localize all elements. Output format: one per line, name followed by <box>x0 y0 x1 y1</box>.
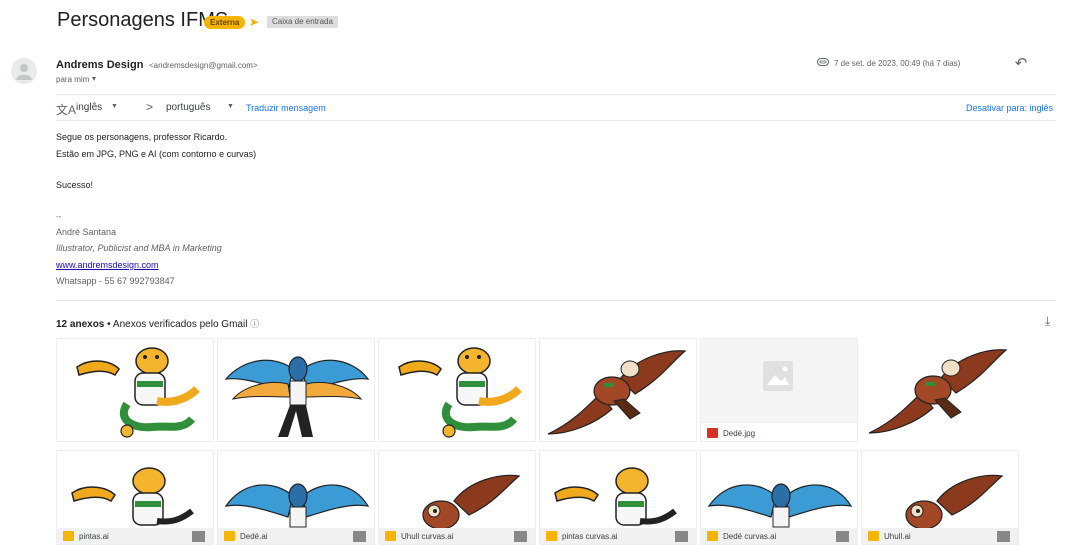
info-icon[interactable]: ⓘ <box>250 319 259 329</box>
attachment-action-button[interactable] <box>192 531 205 542</box>
label-inbox-badge[interactable]: Caixa de entrada <box>267 16 338 28</box>
ai-file-icon <box>707 531 718 541</box>
attachment-thumbnail[interactable]: pintas.ai <box>56 450 214 545</box>
ai-file-icon <box>546 531 557 541</box>
attachment-icon <box>817 58 829 68</box>
body-line: Sucesso! <box>56 180 94 190</box>
translate-from-select[interactable]: inglês <box>76 102 102 113</box>
reply-icon[interactable]: ↶ <box>1011 55 1031 73</box>
bird-illustration <box>422 474 521 530</box>
attachment-footer: pintas.ai <box>57 528 213 544</box>
attachment-name: Uhull.ai <box>884 532 911 541</box>
macaw-illustration <box>224 356 370 437</box>
label-external-badge[interactable]: Externa <box>204 16 246 29</box>
disable-translation-link[interactable]: Desativar para: inglês <box>966 103 1053 113</box>
jaguar-illustration <box>71 467 194 526</box>
jaguar-illustration <box>398 347 522 438</box>
ai-file-icon <box>63 531 74 541</box>
attachment-name: Uhull curvas.ai <box>401 532 454 541</box>
attachment-thumbnail[interactable]: Uhull.ai <box>861 450 1019 545</box>
attachment-thumbnail[interactable]: Dedé.jpg <box>700 338 858 442</box>
attachment-thumbnail[interactable] <box>56 338 214 442</box>
attachment-action-button[interactable] <box>675 531 688 542</box>
jaguar-illustration <box>76 347 200 438</box>
recipient-label: para mim <box>56 75 90 84</box>
attachment-action-button[interactable] <box>997 531 1010 542</box>
divider <box>56 120 1056 121</box>
chevron-down-icon[interactable]: ▼ <box>227 103 234 110</box>
macaw-illustration <box>224 483 370 528</box>
attachment-action-button[interactable] <box>514 531 527 542</box>
signature-name: André Santana <box>56 227 117 237</box>
importance-marker-icon[interactable]: ➤ <box>249 15 259 29</box>
attachment-thumbnail[interactable] <box>539 338 697 442</box>
attachment-thumbnail[interactable] <box>861 338 1017 440</box>
attachments-verified-note: Anexos verificados pelo Gmail <box>112 319 248 330</box>
attachment-action-button[interactable] <box>836 531 849 542</box>
attachment-thumbnail[interactable] <box>217 338 375 442</box>
attachment-footer: Uhull.ai <box>862 528 1018 544</box>
email-subject: Personagens IFMS <box>57 9 229 31</box>
attachment-thumbnail[interactable]: Dedé curvas.ai <box>700 450 858 545</box>
recipient-details-toggle[interactable]: ▾ <box>92 74 96 83</box>
signature-title: Illustrator, Publicist and MBA in Market… <box>56 243 222 253</box>
attachment-footer: Uhull curvas.ai <box>379 528 535 544</box>
image-placeholder-icon <box>763 361 793 391</box>
chevron-down-icon[interactable]: ▼ <box>111 103 118 110</box>
attachment-footer: Dedé.jpg <box>701 422 857 441</box>
attachment-name: Dedé curvas.ai <box>723 532 777 541</box>
attachment-footer: Dedé.ai <box>218 528 374 544</box>
chevron-right-icon: > <box>146 100 154 114</box>
attachment-name: pintas.ai <box>79 532 109 541</box>
attachment-name: Dedé.ai <box>240 532 268 541</box>
attachment-thumbnail[interactable]: Uhull curvas.ai <box>378 450 536 545</box>
attachments-count: 12 anexos <box>56 319 105 330</box>
signature-website-link[interactable]: www.andremsdesign.com <box>56 260 159 270</box>
divider <box>56 94 1056 95</box>
translate-icon: 文A <box>56 103 77 117</box>
date-text: 7 de set. de 2023, 00:49 (há 7 dias) <box>834 58 961 68</box>
ai-file-icon <box>868 531 879 541</box>
body-line: Estão em JPG, PNG e AI (com contorno e c… <box>56 149 257 159</box>
bird-illustration <box>868 349 1008 434</box>
attachment-thumbnail[interactable]: pintas curvas.ai <box>539 450 697 545</box>
avatar[interactable] <box>11 58 37 84</box>
ai-file-icon <box>385 531 396 541</box>
attachments-header: 12 anexos • Anexos verificados pelo Gmai… <box>56 317 259 330</box>
attachment-name: pintas curvas.ai <box>562 532 618 541</box>
attachment-thumbnail[interactable]: Dedé.ai <box>217 450 375 545</box>
translate-message-link[interactable]: Traduzir mensagem <box>246 103 326 113</box>
body-line: Segue os personagens, professor Ricardo. <box>56 132 228 142</box>
bird-illustration <box>905 474 1004 530</box>
attachment-action-button[interactable] <box>353 531 366 542</box>
sender-email: <andremsdesign@gmail.com> <box>149 61 258 70</box>
macaw-illustration <box>707 483 853 528</box>
attachment-footer: pintas curvas.ai <box>540 528 696 544</box>
image-file-icon <box>707 428 718 438</box>
sender-name: Andrems Design <box>56 59 144 71</box>
download-icon[interactable]: ⤓ <box>1045 314 1050 329</box>
jaguar-illustration <box>554 467 677 526</box>
translate-to-select[interactable]: português <box>166 102 210 113</box>
separator-dot: • <box>107 319 111 330</box>
bird-illustration <box>547 350 687 435</box>
signature-separator: -- <box>56 212 62 221</box>
attachment-thumbnail[interactable] <box>378 338 536 442</box>
signature-phone: Whatsapp - 55 67 992793847 <box>56 276 175 286</box>
email-date: 7 de set. de 2023, 00:49 (há 7 dias) <box>817 58 960 68</box>
ai-file-icon <box>224 531 235 541</box>
attachment-name: Dedé.jpg <box>723 429 756 438</box>
attachment-footer: Dedé curvas.ai <box>701 528 857 544</box>
divider <box>56 300 1056 301</box>
